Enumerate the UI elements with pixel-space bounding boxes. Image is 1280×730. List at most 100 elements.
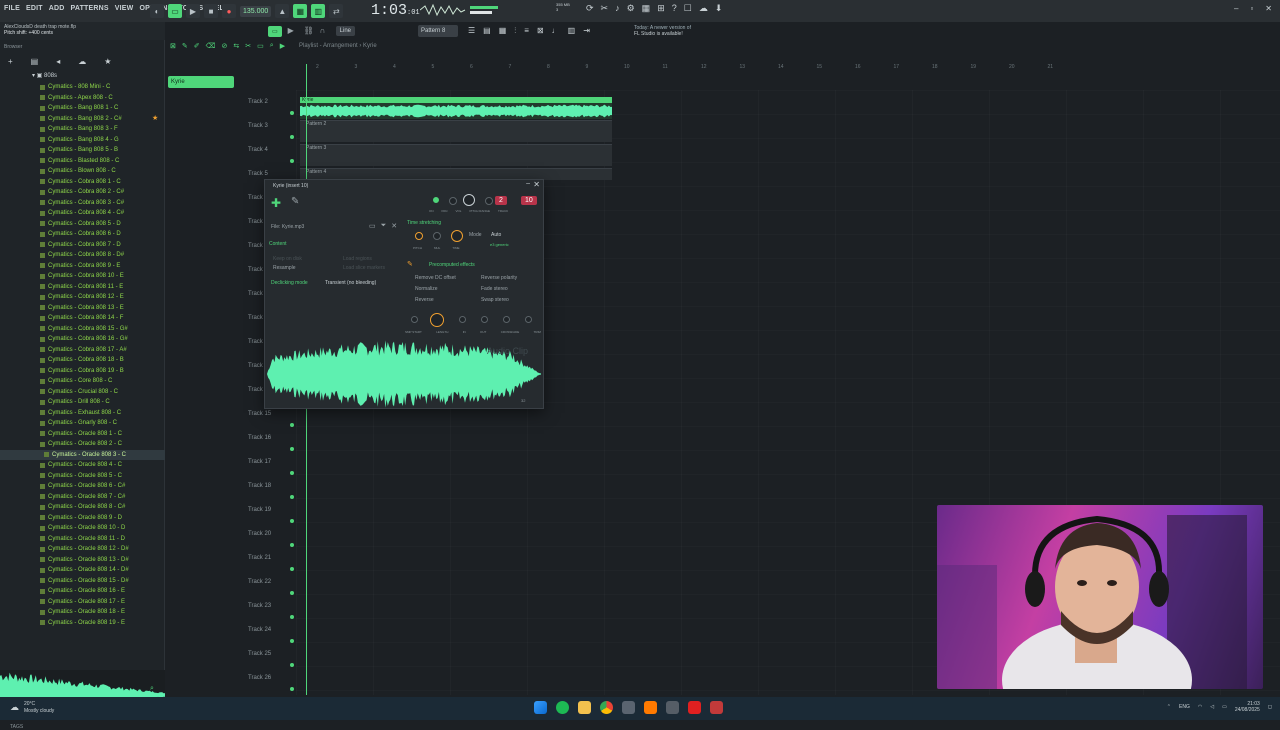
- tempo-tap-icon[interactable]: ♩: [552, 26, 560, 36]
- file-label[interactable]: File: Kyrie.mp3: [271, 224, 304, 230]
- delete-file-icon[interactable]: ✕: [391, 222, 397, 230]
- playlist-icon[interactable]: ☰: [468, 26, 475, 36]
- volume-icon[interactable]: ◁: [1210, 704, 1214, 710]
- chat-icon[interactable]: ☐: [684, 3, 692, 14]
- snap-select[interactable]: Line: [335, 26, 356, 36]
- file-item[interactable]: Cymatics - Oracle 808 11 - D: [40, 534, 165, 545]
- length-knob[interactable]: [430, 313, 444, 327]
- file-icon[interactable]: ▤: [31, 57, 39, 66]
- plugin-icon[interactable]: ⊞: [657, 3, 665, 14]
- fade-stereo-option[interactable]: Fade stereo: [481, 286, 508, 292]
- file-item[interactable]: Cymatics - Drill 808 - C: [40, 397, 165, 408]
- back-icon[interactable]: ◂: [56, 57, 60, 66]
- paint-tool-icon[interactable]: ✐: [194, 42, 200, 50]
- mic-icon[interactable]: ♪: [615, 3, 620, 14]
- file-item[interactable]: Cymatics - 808 Mini - C: [40, 82, 165, 93]
- draw-tool-icon[interactable]: ✎: [182, 42, 188, 50]
- slice-tool-icon[interactable]: ✂: [245, 42, 251, 50]
- clip-kyrie-waveform[interactable]: [300, 103, 612, 119]
- file-item[interactable]: Cymatics - Blasted 808 - C: [40, 156, 165, 167]
- track-mute-led[interactable]: [290, 423, 294, 427]
- arrow-icon[interactable]: ▶: [288, 26, 298, 36]
- record-button[interactable]: ●: [222, 4, 236, 18]
- timeline-ruler[interactable]: 2 3 4 5 6 7 8 9 10 11 12 13 14 15 16 17 18 19 20 21: [296, 64, 1280, 74]
- help-icon[interactable]: ?: [672, 3, 677, 14]
- fl-studio-icon[interactable]: [644, 701, 657, 714]
- language-indicator[interactable]: ENG: [1179, 704, 1190, 710]
- file-item[interactable]: Cymatics - Cobra 808 12 - E: [40, 292, 165, 303]
- scissors-icon[interactable]: ✂: [601, 3, 609, 14]
- menu-item-patterns[interactable]: PATTERNS: [70, 5, 108, 12]
- content-tab[interactable]: Content: [269, 241, 287, 247]
- download-icon[interactable]: ⬇: [715, 3, 723, 14]
- weather-widget[interactable]: 20°C Mostly cloudy: [24, 701, 54, 715]
- file-item[interactable]: Cymatics - Oracle 808 8 - C#: [40, 502, 165, 513]
- track-header[interactable]: Track 22: [248, 579, 271, 585]
- search-icon[interactable]: ⌕: [150, 685, 154, 693]
- file-item[interactable]: Cymatics - Gnarly 808 - C: [40, 418, 165, 429]
- load-regions-option[interactable]: Load regions: [343, 256, 372, 262]
- file-item[interactable]: Cymatics - Cobra 808 5 - D: [40, 219, 165, 230]
- chevron-up-icon[interactable]: ⌃: [1167, 704, 1171, 710]
- file-item[interactable]: Cymatics - Oracle 808 1 - C: [40, 429, 165, 440]
- file-item[interactable]: Cymatics - Cobra 808 9 - E: [40, 261, 165, 272]
- file-explorer-icon[interactable]: [578, 701, 591, 714]
- magnet-icon[interactable]: ∩: [320, 26, 330, 36]
- track-header[interactable]: Track 4: [248, 147, 268, 153]
- track-mute-led[interactable]: [290, 591, 294, 595]
- track-mute-led[interactable]: [290, 519, 294, 523]
- file-item[interactable]: Cymatics - Blown 808 - C: [40, 166, 165, 177]
- on-led[interactable]: [433, 197, 439, 203]
- close-icon[interactable]: ✕: [533, 180, 540, 189]
- stretch-pitch-knob[interactable]: [415, 232, 423, 240]
- battery-icon[interactable]: ▭: [1222, 704, 1227, 710]
- menu-item-view[interactable]: VIEW: [115, 5, 134, 12]
- windows-start-icon[interactable]: [534, 701, 547, 714]
- file-item[interactable]: Cymatics - Oracle 808 4 - C: [40, 460, 165, 471]
- file-item[interactable]: Cymatics - Exhaust 808 - C: [40, 408, 165, 419]
- file-item[interactable]: Cymatics - Oracle 808 5 - C: [40, 471, 165, 482]
- file-item[interactable]: Cymatics - Cobra 808 15 - G#: [40, 324, 165, 335]
- track-header[interactable]: Track 21: [248, 555, 271, 561]
- step-edit-icon[interactable]: ▦: [293, 4, 308, 18]
- channel-rack-icon[interactable]: ▦: [499, 26, 507, 36]
- file-item[interactable]: Cymatics - Cobra 808 2 - C#: [40, 187, 165, 198]
- file-item[interactable]: Cymatics - Bang 808 1 - C: [40, 103, 165, 114]
- file-item[interactable]: Cymatics - Oracle 808 10 - D: [40, 523, 165, 534]
- minimize-icon[interactable]: –: [1234, 4, 1238, 13]
- resample-option[interactable]: Resample: [273, 265, 296, 271]
- file-item[interactable]: Cymatics - Cobra 808 4 - C#: [40, 208, 165, 219]
- wifi-icon[interactable]: ◠: [1198, 704, 1202, 710]
- calculator-icon[interactable]: [666, 701, 679, 714]
- weather-icon[interactable]: ☁: [10, 702, 19, 713]
- file-item[interactable]: Cymatics - Cobra 808 10 - E: [40, 271, 165, 282]
- recorder-icon[interactable]: [710, 701, 723, 714]
- pattern-selector[interactable]: Pattern 8: [418, 25, 458, 37]
- snap-icon[interactable]: ▭: [268, 25, 282, 37]
- file-item[interactable]: Cymatics - Core 808 - C: [40, 376, 165, 387]
- track-mute-led[interactable]: [290, 447, 294, 451]
- file-item[interactable]: Cymatics - Oracle 808 16 - E: [40, 586, 165, 597]
- declicking-select[interactable]: Transient (no bleeding): [325, 280, 376, 286]
- select-tool-icon[interactable]: ▭: [257, 42, 264, 50]
- cpu-icon[interactable]: ▥: [568, 26, 576, 36]
- youtube-icon[interactable]: [688, 701, 701, 714]
- maximize-icon[interactable]: ▫: [1250, 4, 1253, 13]
- reverse-option[interactable]: Reverse: [415, 297, 434, 303]
- track-mute-led[interactable]: [290, 159, 294, 163]
- track-mute-led[interactable]: [290, 495, 294, 499]
- load-slice-markers-option[interactable]: Load slice markers: [343, 265, 385, 271]
- mixer-icon[interactable]: ⫶: [514, 26, 516, 36]
- fade-in-knob[interactable]: [459, 316, 466, 323]
- keep-on-disk-option[interactable]: Keep on disk: [273, 256, 302, 262]
- stretch-time-knob[interactable]: [451, 230, 463, 242]
- piano-roll-icon[interactable]: ▤: [483, 26, 491, 36]
- file-item[interactable]: Cymatics - Cobra 808 8 - D#: [40, 250, 165, 261]
- sample-start-knob[interactable]: [411, 316, 418, 323]
- file-item[interactable]: Cymatics - Oracle 808 6 - C#: [40, 481, 165, 492]
- browser-icon[interactable]: ≡: [524, 26, 529, 36]
- file-item[interactable]: Cymatics - Bang 808 5 - B: [40, 145, 165, 156]
- play-button[interactable]: ▶: [186, 4, 200, 18]
- reverse-polarity-option[interactable]: Reverse polarity: [481, 275, 517, 281]
- track-mute-led[interactable]: [290, 135, 294, 139]
